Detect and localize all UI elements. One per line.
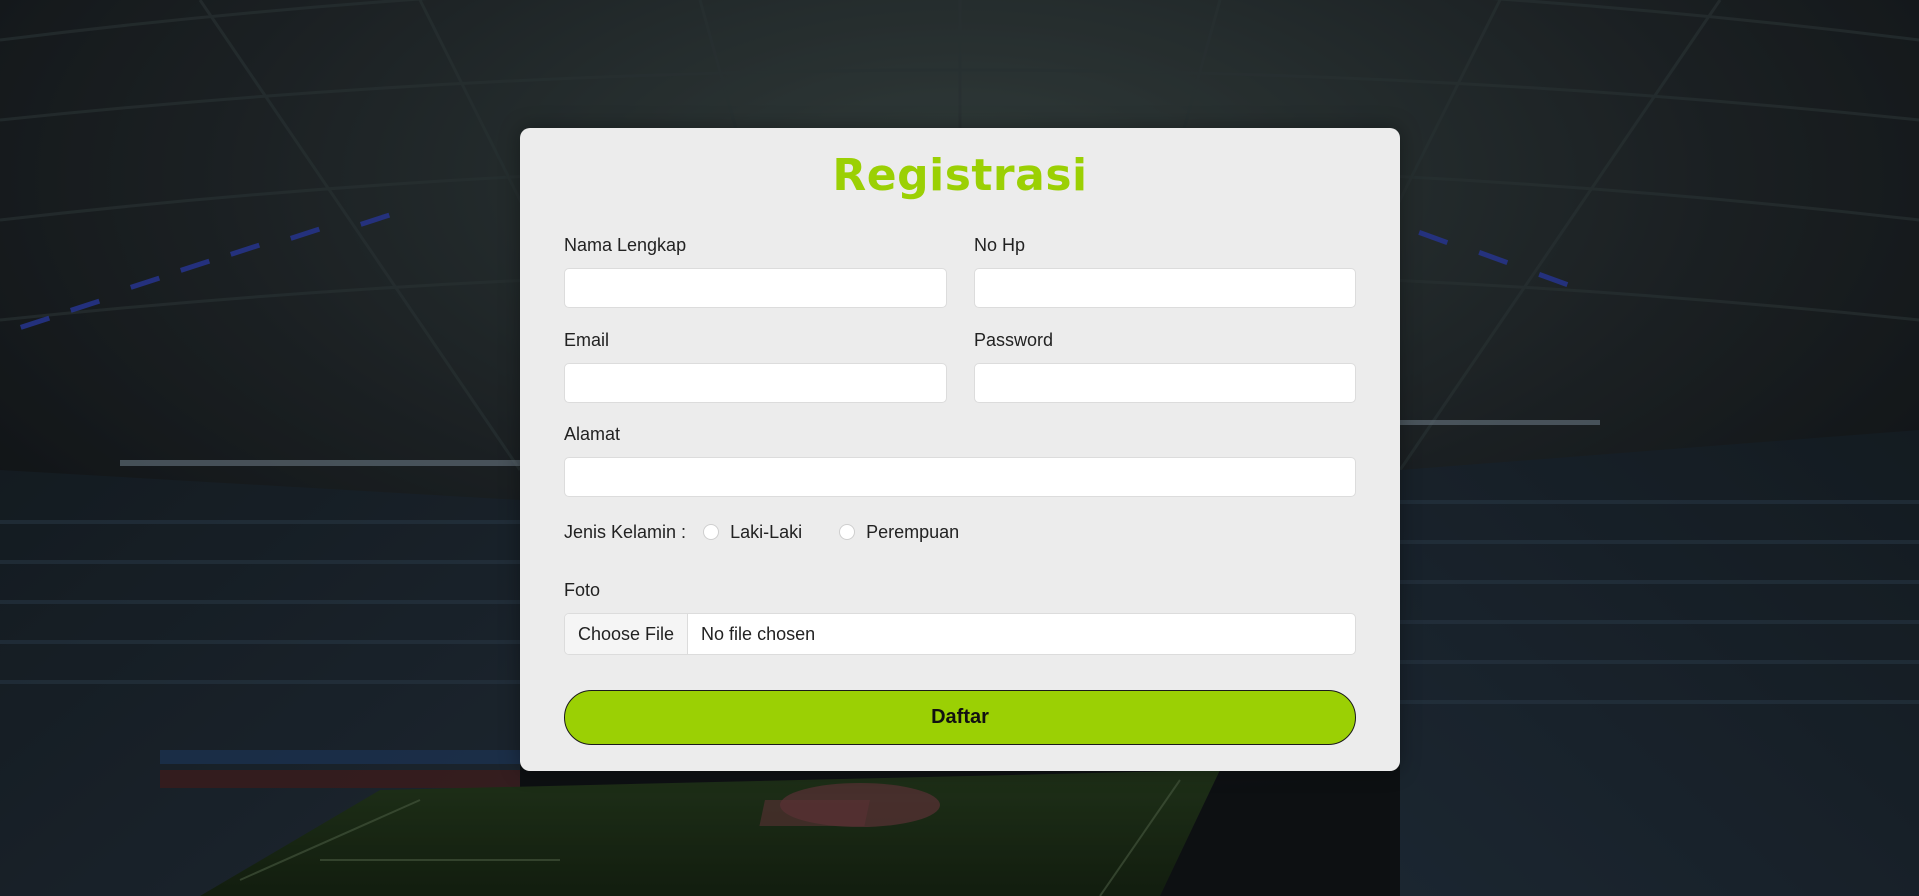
- alamat-label: Alamat: [564, 424, 621, 444]
- registration-card: Registrasi Nama Lengkap No Hp Email Pass…: [520, 128, 1400, 771]
- radio-perempuan-label[interactable]: Perempuan: [866, 522, 959, 543]
- radio-laki-laki-label[interactable]: Laki-Laki: [730, 522, 802, 543]
- foto-label: Foto: [564, 580, 601, 600]
- nama-lengkap-label: Nama Lengkap: [564, 235, 687, 255]
- form-title: Registrasi: [832, 150, 1088, 201]
- gender-label: Jenis Kelamin :: [564, 521, 687, 542]
- file-status-text: No file chosen: [701, 623, 816, 644]
- no-hp-label: No Hp: [974, 235, 1026, 255]
- radio-laki-laki[interactable]: [703, 524, 720, 540]
- foto-file-input[interactable]: Choose File No file chosen: [564, 613, 1356, 655]
- email-label: Email: [564, 330, 610, 350]
- email-input[interactable]: [564, 363, 947, 403]
- password-input[interactable]: [974, 363, 1356, 403]
- daftar-button[interactable]: Daftar: [564, 690, 1356, 745]
- no-hp-input[interactable]: [974, 268, 1356, 308]
- radio-perempuan[interactable]: [839, 524, 856, 540]
- password-label: Password: [974, 330, 1054, 350]
- alamat-input[interactable]: [564, 457, 1356, 497]
- choose-file-button[interactable]: Choose File: [565, 614, 689, 654]
- gender-radio-group: Jenis Kelamin : Laki-Laki Perempuan: [564, 517, 959, 547]
- nama-lengkap-input[interactable]: [564, 268, 947, 308]
